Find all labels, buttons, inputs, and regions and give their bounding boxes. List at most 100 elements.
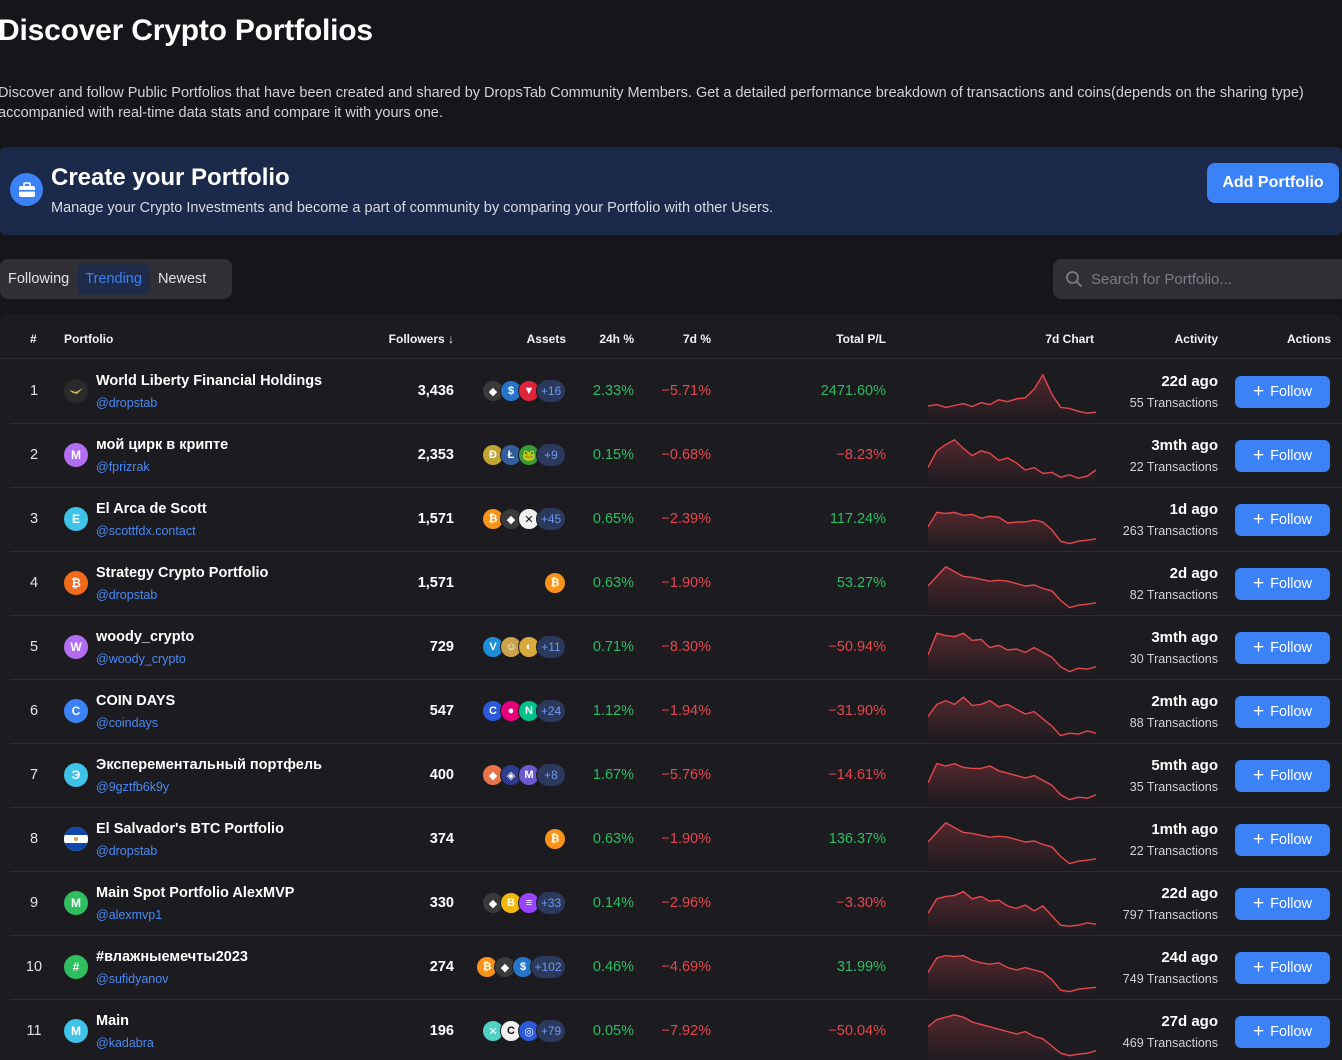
activity-time: 3mth ago bbox=[1151, 437, 1218, 454]
portfolio-name[interactable]: Main Spot Portfolio AlexMVP bbox=[96, 885, 294, 901]
search-box[interactable] bbox=[1053, 259, 1342, 299]
table-row[interactable]: 1 World Liberty Financial Holdings @dropst… bbox=[10, 360, 1342, 424]
header-portfolio[interactable]: Portfolio bbox=[64, 332, 113, 346]
portfolio-handle[interactable]: @scottfdx.contact bbox=[96, 524, 196, 538]
tab-newest[interactable]: Newest bbox=[153, 263, 211, 295]
portfolio-handle[interactable]: @dropstab bbox=[96, 396, 157, 410]
follow-button[interactable]: + Follow bbox=[1235, 632, 1330, 664]
header-7d-chart: 7d Chart bbox=[1045, 332, 1094, 346]
portfolio-name[interactable]: El Arca de Scott bbox=[96, 501, 207, 517]
total-pl: −50.04% bbox=[828, 1023, 886, 1039]
change-24h: 0.63% bbox=[592, 575, 634, 591]
avatar: ₿ bbox=[64, 571, 88, 595]
portfolio-handle[interactable]: @kadabra bbox=[96, 1036, 154, 1050]
activity-time: 22d ago bbox=[1161, 885, 1218, 902]
avatar: W bbox=[64, 635, 88, 659]
table-row[interactable]: 9 M Main Spot Portfolio AlexMVP @alexmvp1 33… bbox=[10, 872, 1342, 936]
follow-label: Follow bbox=[1270, 704, 1312, 720]
table-row[interactable]: 10 # #влажныемечты2023 @sufidyanov 274 ₿ ◆ $ +10… bbox=[10, 936, 1342, 1000]
follow-button[interactable]: + Follow bbox=[1235, 568, 1330, 600]
portfolio-name[interactable]: El Salvador's BTC Portfolio bbox=[96, 821, 284, 837]
portfolio-handle[interactable]: @alexmvp1 bbox=[96, 908, 162, 922]
portfolio-name[interactable]: Эксперементальный портфель bbox=[96, 757, 322, 773]
row-rank: 3 bbox=[29, 511, 39, 527]
change-7d: −7.92% bbox=[661, 1023, 711, 1039]
header-7d[interactable]: 7d % bbox=[683, 332, 711, 346]
table-row[interactable]: 7 Э Эксперементальный портфель @9gztfb6k9y 4… bbox=[10, 744, 1342, 808]
portfolio-name[interactable]: мой цирк в крипте bbox=[96, 437, 228, 453]
follow-button[interactable]: + Follow bbox=[1235, 824, 1330, 856]
portfolio-handle[interactable]: @sufidyanov bbox=[96, 972, 168, 986]
portfolio-handle[interactable]: @woody_crypto bbox=[96, 652, 186, 666]
change-24h: 0.71% bbox=[592, 639, 634, 655]
assets-stack: Ð Ł 🐸 +9 bbox=[472, 442, 566, 468]
add-portfolio-button[interactable]: Add Portfolio bbox=[1207, 163, 1339, 203]
activity-time: 27d ago bbox=[1161, 1013, 1218, 1030]
change-7d: −2.39% bbox=[661, 511, 711, 527]
total-pl: 136.37% bbox=[828, 831, 886, 847]
follow-button[interactable]: + Follow bbox=[1235, 440, 1330, 472]
followers-count: 2,353 bbox=[417, 447, 454, 463]
search-icon bbox=[1066, 271, 1082, 287]
portfolio-name[interactable]: World Liberty Financial Holdings bbox=[96, 373, 322, 389]
more-assets-badge: +79 bbox=[536, 1019, 566, 1043]
table-row[interactable]: 3 E El Arca de Scott @scottfdx.contact 1,571… bbox=[10, 488, 1342, 552]
search-input[interactable] bbox=[1091, 270, 1331, 288]
follow-button[interactable]: + Follow bbox=[1235, 1016, 1330, 1048]
table-row[interactable]: 6 C COIN DAYS @coindays 547 C ● N +24 1.12% −1.94%… bbox=[10, 680, 1342, 744]
total-pl: −50.94% bbox=[828, 639, 886, 655]
portfolio-handle[interactable]: @coindays bbox=[96, 716, 158, 730]
follow-button[interactable]: + Follow bbox=[1235, 504, 1330, 536]
plus-icon: + bbox=[1252, 700, 1265, 722]
portfolio-name[interactable]: COIN DAYS bbox=[96, 693, 175, 709]
table-row[interactable]: 5 Wwoody_crypto @woody_crypto 729 V ☺ ◐ +11 0.71… bbox=[10, 616, 1342, 680]
total-pl: −8.23% bbox=[836, 447, 886, 463]
change-7d: −5.71% bbox=[661, 383, 711, 399]
follow-label: Follow bbox=[1270, 768, 1312, 784]
tab-following[interactable]: Following bbox=[3, 263, 74, 295]
portfolio-name[interactable]: #влажныемечты2023 bbox=[96, 949, 248, 965]
plus-icon: + bbox=[1252, 444, 1265, 466]
header-24h[interactable]: 24h % bbox=[599, 332, 634, 346]
activity-time: 3mth ago bbox=[1151, 629, 1218, 646]
follow-button[interactable]: + Follow bbox=[1235, 952, 1330, 984]
tab-trending[interactable]: Trending bbox=[78, 263, 149, 295]
follow-button[interactable]: + Follow bbox=[1235, 376, 1330, 408]
avatar: M bbox=[64, 1019, 88, 1043]
table-row[interactable]: 11 M Main @kadabra 196 ✕ C ◎ +79 0.05% −7.92% −50.0… bbox=[10, 1000, 1342, 1060]
total-pl: −3.30% bbox=[836, 895, 886, 911]
activity-transactions: 82 Transactions bbox=[1129, 588, 1218, 602]
followers-count: 547 bbox=[429, 703, 454, 719]
header-total-pl[interactable]: Total P/L bbox=[836, 332, 886, 346]
follow-button[interactable]: + Follow bbox=[1235, 696, 1330, 728]
assets-stack: ₿ ◆ $ +102 bbox=[472, 954, 566, 980]
total-pl: −31.90% bbox=[828, 703, 886, 719]
portfolio-handle[interactable]: @dropstab bbox=[96, 844, 157, 858]
portfolio-name[interactable]: woody_crypto bbox=[96, 629, 194, 645]
avatar: # bbox=[64, 955, 88, 979]
followers-count: 729 bbox=[429, 639, 454, 655]
follow-label: Follow bbox=[1270, 1024, 1312, 1040]
followers-count: 1,571 bbox=[417, 511, 454, 527]
table-row[interactable]: 8 El Salvador's BTC Portfolio @dropstab 374… bbox=[10, 808, 1342, 872]
table-row[interactable]: 2 Mмой цирк в крипте @fprizrak 2,353 Ð Ł 🐸 +9 0.… bbox=[10, 424, 1342, 488]
follow-button[interactable]: + Follow bbox=[1235, 760, 1330, 792]
portfolio-handle[interactable]: @9gztfb6k9y bbox=[96, 780, 169, 794]
assets-stack: ₿ bbox=[472, 570, 566, 596]
activity-transactions: 35 Transactions bbox=[1129, 780, 1218, 794]
header-activity[interactable]: Activity bbox=[1175, 332, 1218, 346]
follow-button[interactable]: + Follow bbox=[1235, 888, 1330, 920]
assets-stack: ◆ $ ▼ +16 bbox=[472, 378, 566, 404]
row-rank: 7 bbox=[29, 767, 39, 783]
portfolio-table: # Portfolio Followers ↓ Assets 24h % 7d … bbox=[0, 315, 1342, 1060]
change-24h: 1.67% bbox=[592, 767, 634, 783]
followers-count: 3,436 bbox=[417, 383, 454, 399]
header-followers[interactable]: Followers ↓ bbox=[389, 332, 454, 346]
portfolio-handle[interactable]: @fprizrak bbox=[96, 460, 150, 474]
portfolio-handle[interactable]: @dropstab bbox=[96, 588, 157, 602]
change-7d: −8.30% bbox=[661, 639, 711, 655]
assets-stack: ₿ bbox=[472, 826, 566, 852]
portfolio-name[interactable]: Strategy Crypto Portfolio bbox=[96, 565, 268, 581]
table-row[interactable]: 4 ₿ Strategy Crypto Portfolio @dropstab 1,57… bbox=[10, 552, 1342, 616]
portfolio-name[interactable]: Main bbox=[96, 1013, 129, 1029]
